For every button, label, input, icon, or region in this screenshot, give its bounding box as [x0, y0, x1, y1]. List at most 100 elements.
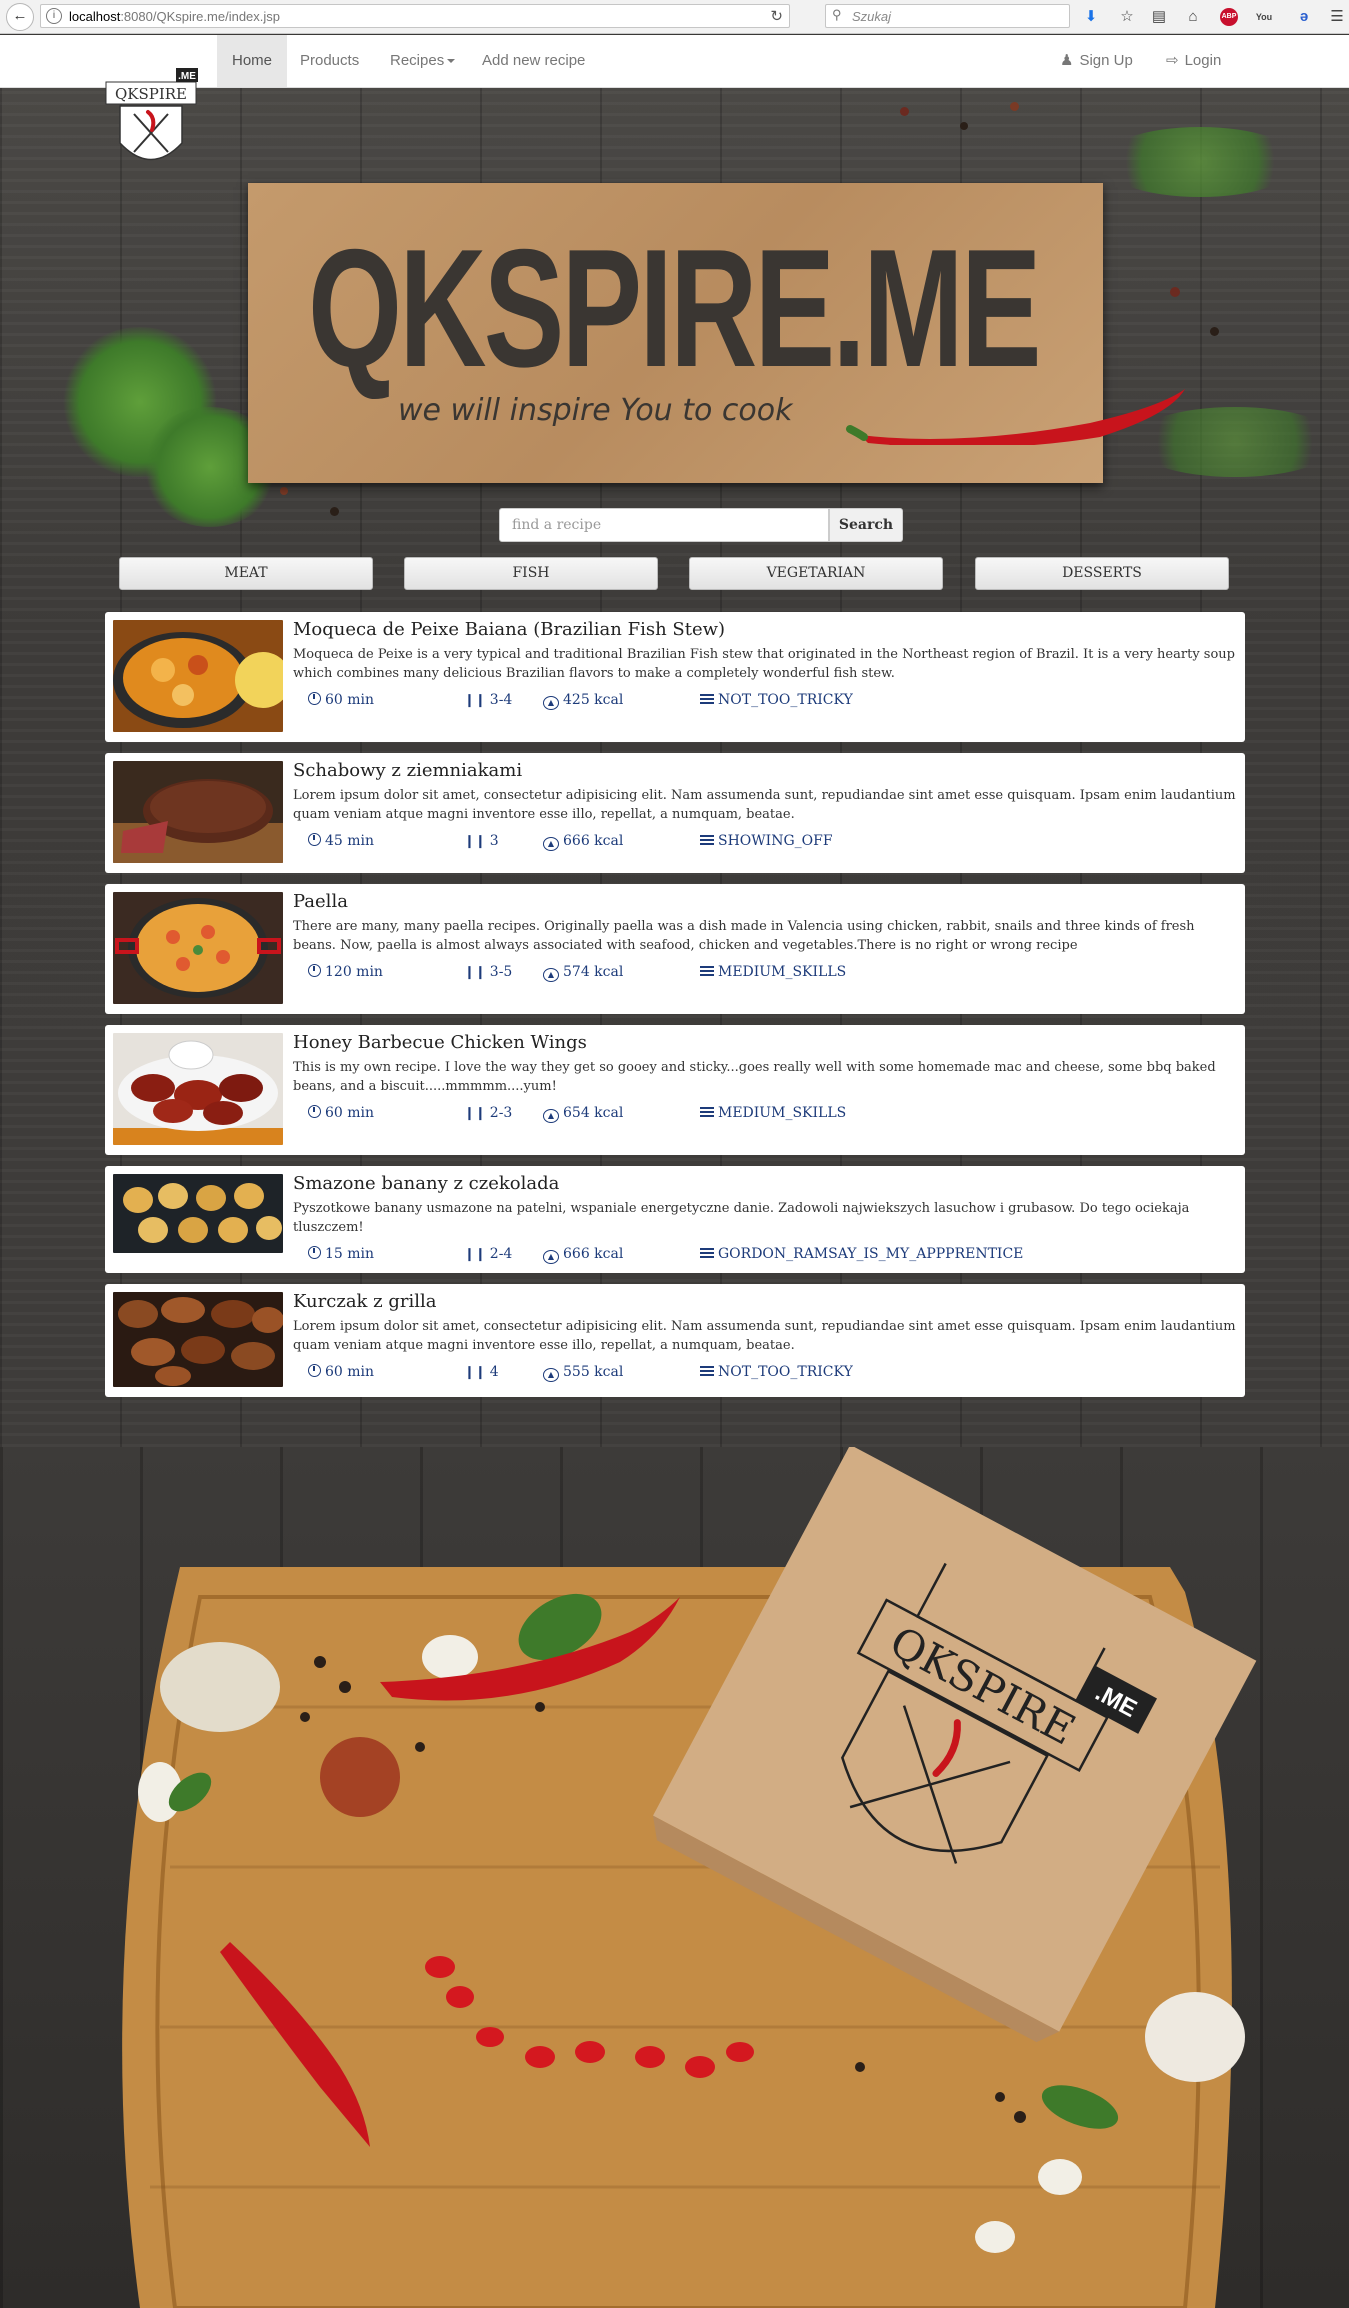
recipe-title[interactable]: Schabowy z ziemniakami: [293, 760, 522, 781]
difficulty-icon: [700, 1248, 714, 1258]
clock-icon: [308, 1105, 321, 1118]
reload-icon[interactable]: ↻: [770, 7, 783, 25]
recipe-kcal: ▲ 666 kcal: [543, 1246, 623, 1264]
peppercorn: [280, 487, 288, 495]
adblock-icon[interactable]: ABP: [1220, 8, 1238, 26]
recipe-card[interactable]: Paella There are many, many paella recip…: [105, 884, 1245, 1014]
difficulty-icon: [700, 1366, 714, 1376]
bookmark-star-icon[interactable]: ☆: [1117, 7, 1137, 27]
recipe-title[interactable]: Honey Barbecue Chicken Wings: [293, 1032, 587, 1053]
recipe-title[interactable]: Paella: [293, 891, 348, 912]
top-navbar: Home Products Recipes Add new recipe ♟ Si…: [0, 35, 1349, 88]
nav-login[interactable]: ⇨ Login: [1166, 35, 1221, 87]
logo-suffix: .ME: [178, 71, 196, 82]
clock-icon: [308, 833, 321, 846]
extension-icon[interactable]: ә: [1294, 7, 1314, 27]
recipe-time: 120 min: [308, 964, 383, 980]
download-icon[interactable]: ⬇: [1081, 7, 1101, 27]
youtube-icon[interactable]: You: [1254, 7, 1274, 27]
category-vegetarian-button[interactable]: VEGETARIAN: [689, 557, 943, 590]
nav-home[interactable]: Home: [217, 35, 288, 87]
recipe-thumbnail[interactable]: [113, 1033, 283, 1145]
recipe-card[interactable]: Smazone banany z czekolada Pyszotkowe ba…: [105, 1166, 1245, 1273]
banner-title: QKSPIRE.ME: [308, 214, 1042, 402]
recipe-servings: ❙❙ 2-4: [464, 1246, 513, 1262]
recipe-difficulty: MEDIUM_SKILLS: [700, 964, 846, 980]
recipe-servings: ❙❙ 4: [464, 1364, 499, 1380]
clock-icon: [308, 692, 321, 705]
fire-icon: ▲: [543, 1368, 559, 1382]
browser-toolbar: ← i localhost:8080/QKspire.me/index.jsp …: [0, 0, 1349, 34]
recipe-search-input[interactable]: find a recipe: [499, 508, 829, 542]
recipe-thumbnail[interactable]: [113, 620, 283, 732]
browser-search-input[interactable]: ⚲ Szukaj: [825, 4, 1070, 28]
recipe-difficulty: GORDON_RAMSAY_IS_MY_APPPRENTICE: [700, 1246, 1023, 1262]
chili-pepper-image: [846, 389, 1185, 445]
user-icon: ♟: [1060, 52, 1074, 69]
recipe-difficulty: SHOWING_OFF: [700, 833, 833, 849]
recipe-description: Lorem ipsum dolor sit amet, consectetur …: [293, 1319, 1236, 1353]
category-desserts-button[interactable]: DESSERTS: [975, 557, 1229, 590]
fire-icon: ▲: [543, 696, 559, 710]
recipe-title[interactable]: Kurczak z grilla: [293, 1291, 437, 1312]
logo-text: QKSPIRE: [115, 85, 187, 103]
rosemary-right: [1100, 127, 1300, 197]
cutting-board-illustration: QKSPIRE .ME: [122, 1447, 1257, 2308]
category-fish-button[interactable]: FISH: [404, 557, 658, 590]
difficulty-icon: [700, 694, 714, 704]
recipe-kcal: ▲ 555 kcal: [543, 1364, 623, 1382]
cutlery-icon: ❙❙: [464, 1106, 486, 1121]
cutlery-icon: ❙❙: [464, 965, 486, 980]
menu-icon[interactable]: ☰: [1327, 7, 1347, 27]
recipe-servings: ❙❙ 3-5: [464, 964, 513, 980]
caret-down-icon: [447, 59, 456, 64]
recipe-description: There are many, many paella recipes. Ori…: [293, 919, 1195, 953]
nav-products[interactable]: Products: [285, 35, 374, 87]
recipe-time: 60 min: [308, 692, 374, 708]
recipe-time: 15 min: [308, 1246, 374, 1262]
site-logo[interactable]: QKSPIRE .ME: [104, 48, 198, 178]
bookmarks-list-icon[interactable]: ▤: [1149, 7, 1169, 27]
cutlery-icon: ❙❙: [464, 1247, 486, 1262]
difficulty-icon: [700, 1107, 714, 1117]
clock-icon: [308, 1246, 321, 1259]
cutlery-icon: ❙❙: [464, 834, 486, 849]
home-icon[interactable]: ⌂: [1183, 7, 1203, 27]
footer-decorative-image: QKSPIRE .ME: [0, 1447, 1349, 2308]
back-arrow-icon[interactable]: ←: [6, 3, 34, 31]
nav-add-recipe[interactable]: Add new recipe: [467, 35, 600, 87]
nav-sign-up[interactable]: ♟ Sign Up: [1060, 35, 1133, 87]
recipe-thumbnail[interactable]: [113, 1174, 283, 1253]
recipe-kcal: ▲ 666 kcal: [543, 833, 623, 851]
fire-icon: ▲: [543, 1109, 559, 1123]
recipe-title[interactable]: Smazone banany z czekolada: [293, 1173, 559, 1194]
recipe-card[interactable]: Honey Barbecue Chicken Wings This is my …: [105, 1025, 1245, 1155]
recipe-kcal: ▲ 654 kcal: [543, 1105, 623, 1123]
banner-subtitle: we will inspire You to cook: [398, 393, 793, 428]
recipe-servings: ❙❙ 3: [464, 833, 499, 849]
search-icon: ⚲: [832, 7, 842, 22]
recipe-thumbnail[interactable]: [113, 1292, 283, 1387]
recipe-time: 45 min: [308, 833, 374, 849]
recipe-kcal: ▲ 574 kcal: [543, 964, 623, 982]
search-button[interactable]: Search: [829, 508, 903, 542]
recipe-card[interactable]: Moqueca de Peixe Baiana (Brazilian Fish …: [105, 612, 1245, 742]
nav-recipes-dropdown[interactable]: Recipes: [375, 35, 470, 87]
fire-icon: ▲: [543, 968, 559, 982]
peppercorn: [960, 122, 968, 130]
recipe-description: Pyszotkowe banany usmazone na patelni, w…: [293, 1201, 1190, 1235]
address-bar[interactable]: i localhost:8080/QKspire.me/index.jsp ↻: [40, 4, 790, 28]
login-label: Login: [1184, 52, 1222, 69]
recipe-card[interactable]: Kurczak z grilla Lorem ipsum dolor sit a…: [105, 1284, 1245, 1397]
info-icon[interactable]: i: [46, 8, 62, 24]
category-meat-button[interactable]: MEAT: [119, 557, 373, 590]
difficulty-icon: [700, 835, 714, 845]
recipe-time: 60 min: [308, 1105, 374, 1121]
recipe-thumbnail[interactable]: [113, 761, 283, 863]
peppercorn: [330, 507, 339, 516]
cutlery-icon: ❙❙: [464, 1365, 486, 1380]
recipe-card[interactable]: Schabowy z ziemniakami Lorem ipsum dolor…: [105, 753, 1245, 873]
recipe-title[interactable]: Moqueca de Peixe Baiana (Brazilian Fish …: [293, 619, 725, 640]
recipe-servings: ❙❙ 2-3: [464, 1105, 513, 1121]
recipe-thumbnail[interactable]: [113, 892, 283, 1004]
